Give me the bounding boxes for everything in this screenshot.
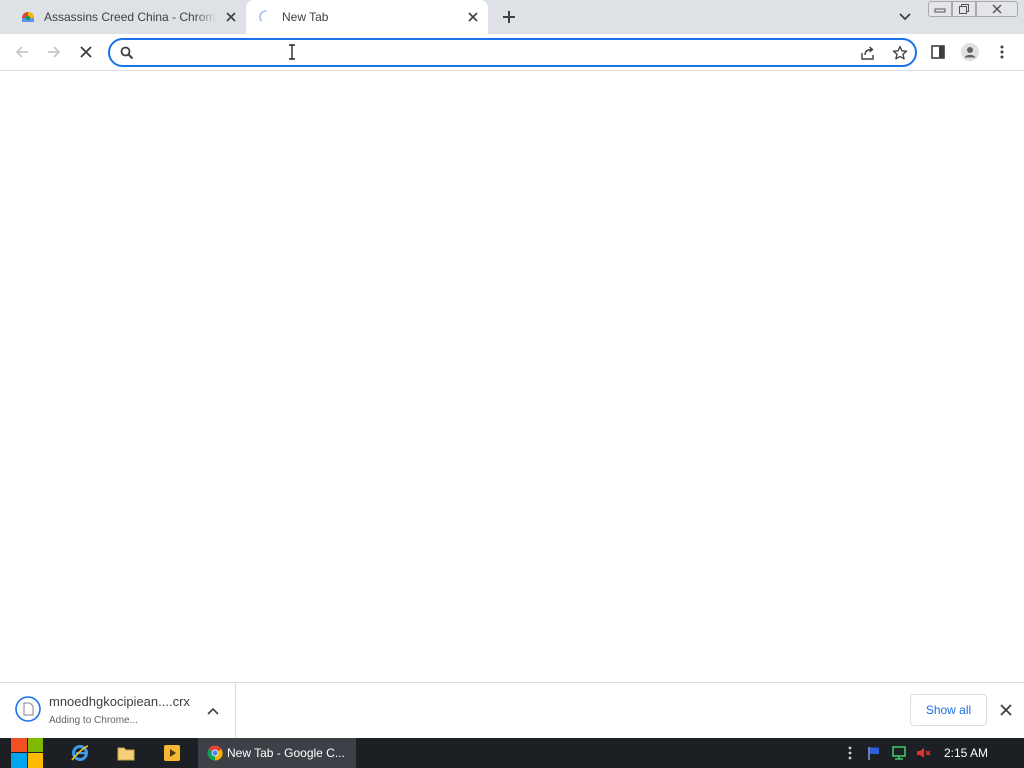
media-player-icon bbox=[164, 745, 180, 761]
flag-icon bbox=[868, 747, 879, 760]
side-panel-button[interactable] bbox=[924, 38, 952, 66]
download-shelf: mnoedhgkocipiean....crx Adding to Chrome… bbox=[0, 682, 1024, 738]
tab-new-tab[interactable]: New Tab bbox=[246, 0, 488, 34]
side-panel-icon bbox=[931, 45, 945, 59]
webstore-favicon-icon bbox=[22, 12, 34, 22]
chevron-down-icon bbox=[899, 13, 911, 21]
profile-button[interactable] bbox=[956, 38, 984, 66]
new-tab-button[interactable] bbox=[498, 6, 520, 28]
avatar-icon bbox=[961, 43, 979, 61]
tray-network[interactable] bbox=[891, 745, 907, 761]
download-status: Adding to Chrome... bbox=[49, 715, 138, 726]
share-button[interactable] bbox=[858, 43, 878, 63]
loading-spinner-icon bbox=[259, 10, 267, 22]
plus-icon bbox=[503, 11, 515, 23]
taskbar-chrome-window[interactable]: New Tab - Google C... bbox=[198, 738, 356, 768]
window-restore-button[interactable] bbox=[952, 1, 976, 17]
star-icon bbox=[892, 45, 908, 60]
tab-close-icon[interactable] bbox=[464, 8, 482, 26]
volume-muted-icon bbox=[917, 748, 931, 758]
restore-icon bbox=[959, 4, 969, 14]
windows-start-icon[interactable] bbox=[8, 738, 46, 768]
back-button[interactable] bbox=[8, 38, 36, 66]
close-icon bbox=[992, 4, 1002, 14]
download-options-button[interactable] bbox=[204, 702, 222, 720]
folder-icon bbox=[117, 747, 135, 761]
tab-title: Assassins Creed China - Chrome bbox=[44, 10, 216, 24]
forward-arrow-icon bbox=[48, 46, 61, 58]
tray-action-center[interactable] bbox=[866, 745, 882, 761]
browser-toolbar bbox=[0, 34, 1024, 71]
address-input[interactable] bbox=[142, 43, 842, 62]
tab-assassins-creed[interactable]: Assassins Creed China - Chrome bbox=[8, 0, 246, 34]
internet-explorer-icon bbox=[71, 745, 89, 761]
show-all-button[interactable]: Show all bbox=[910, 694, 987, 726]
tab-title: New Tab bbox=[282, 10, 329, 24]
page-content bbox=[0, 71, 1024, 682]
more-vertical-icon bbox=[848, 746, 852, 760]
chrome-menu-button[interactable] bbox=[988, 38, 1016, 66]
taskbar-media-player[interactable] bbox=[158, 741, 186, 765]
stop-loading-button[interactable] bbox=[72, 38, 100, 66]
close-shelf-button[interactable] bbox=[996, 700, 1016, 720]
bookmark-button[interactable] bbox=[890, 43, 910, 63]
address-bar[interactable] bbox=[108, 38, 917, 67]
more-vertical-icon bbox=[1000, 45, 1004, 59]
taskbar: New Tab - Google C... 2:15 AM bbox=[0, 738, 1024, 768]
taskbar-internet-explorer[interactable] bbox=[66, 741, 94, 765]
back-arrow-icon bbox=[15, 46, 28, 58]
tab-search-button[interactable] bbox=[895, 8, 915, 26]
close-icon bbox=[1000, 704, 1012, 716]
stop-icon bbox=[80, 46, 92, 58]
download-filename: mnoedhgkocipiean....crx bbox=[49, 694, 190, 709]
download-item[interactable]: mnoedhgkocipiean....crx Adding to Chrome… bbox=[0, 683, 236, 738]
window-close-button[interactable] bbox=[976, 1, 1018, 17]
forward-button[interactable] bbox=[40, 38, 68, 66]
tray-volume[interactable] bbox=[915, 745, 931, 761]
taskbar-file-explorer[interactable] bbox=[112, 741, 140, 765]
chevron-up-icon bbox=[207, 707, 219, 715]
window-minimize-button[interactable] bbox=[928, 1, 952, 17]
taskbar-clock[interactable]: 2:15 AM bbox=[944, 746, 988, 760]
tab-strip: Assassins Creed China - Chrome New Tab bbox=[0, 0, 1024, 34]
network-icon bbox=[892, 746, 906, 760]
share-icon bbox=[861, 46, 874, 60]
tray-overflow-button[interactable] bbox=[842, 745, 858, 761]
minimize-icon bbox=[934, 8, 946, 13]
taskbar-window-label: New Tab - Google C... bbox=[227, 746, 345, 760]
download-progress-icon bbox=[15, 696, 41, 722]
tab-close-icon[interactable] bbox=[222, 8, 240, 26]
search-icon bbox=[120, 46, 134, 60]
text-cursor-icon bbox=[289, 44, 295, 60]
chrome-icon bbox=[207, 745, 223, 761]
